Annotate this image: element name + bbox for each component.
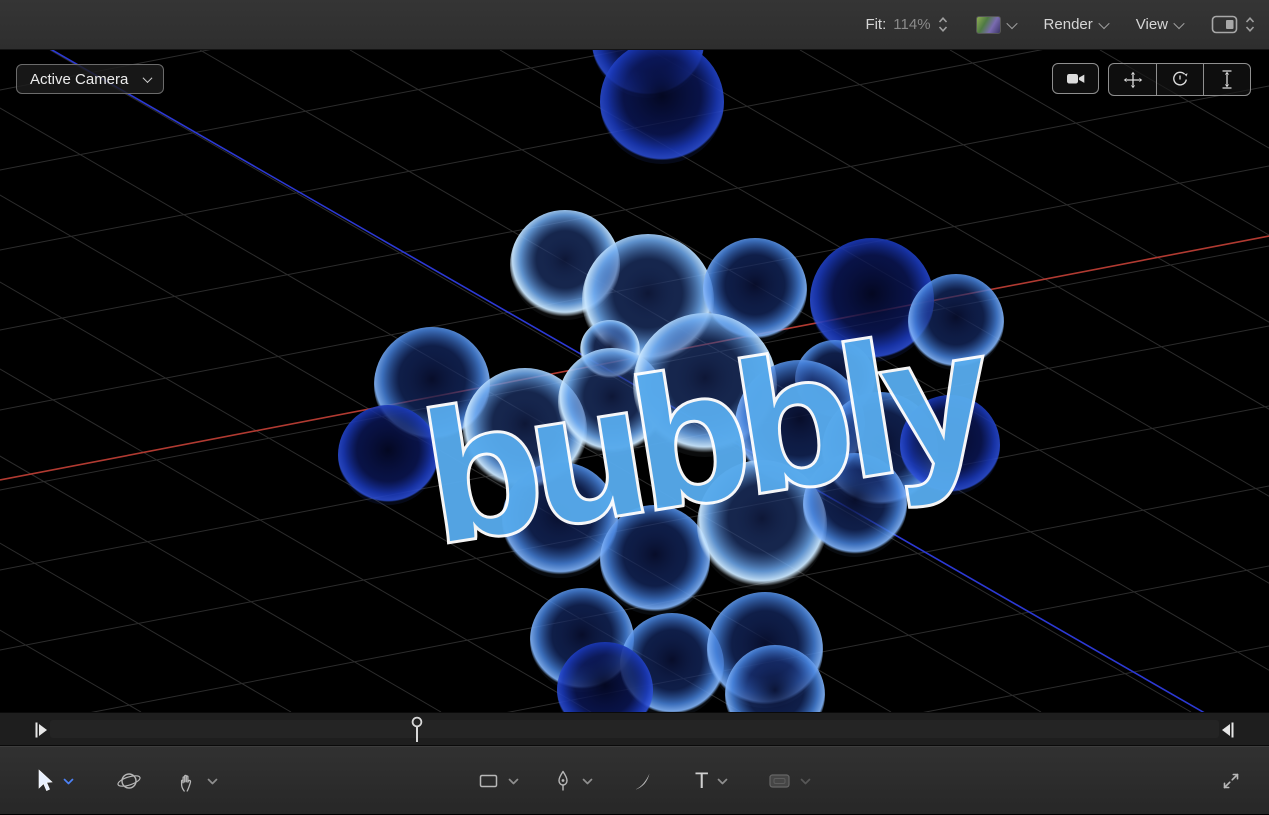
camera-menu-button[interactable]: Active Camera bbox=[16, 64, 165, 94]
range-out-icon[interactable] bbox=[1219, 721, 1235, 739]
view-chevron-icon bbox=[1173, 17, 1185, 29]
display-control[interactable] bbox=[1211, 15, 1255, 34]
text-tool-chevron-icon bbox=[718, 778, 728, 784]
expand-icon bbox=[1223, 773, 1239, 789]
mini-timeline[interactable] bbox=[0, 712, 1269, 746]
canvas-title-text: bubbly bbox=[412, 291, 1003, 583]
view-menu-label: View bbox=[1135, 16, 1168, 33]
pan-view-button[interactable] bbox=[1109, 64, 1156, 95]
hand-tool-icon bbox=[180, 774, 192, 792]
rect-tool-icon bbox=[479, 774, 498, 788]
expand-button[interactable] bbox=[1221, 747, 1241, 815]
paint-stroke-tool-button[interactable] bbox=[632, 747, 653, 815]
bezier-tool-button[interactable] bbox=[553, 747, 593, 815]
shape-tool-chevron-icon bbox=[800, 778, 811, 784]
fit-stepper-icon[interactable] bbox=[938, 16, 948, 33]
bottom-toolbar: T bbox=[0, 746, 1269, 814]
rect-tool-button[interactable] bbox=[478, 747, 519, 815]
bezier-tool-chevron-icon bbox=[582, 778, 593, 784]
orbit-icon bbox=[1173, 71, 1188, 86]
render-menu-label: Render bbox=[1043, 16, 1093, 33]
select-tool-button[interactable] bbox=[36, 747, 74, 815]
camera-view-button[interactable] bbox=[1052, 63, 1099, 94]
orbit-view-button[interactable] bbox=[1156, 64, 1203, 95]
camera-menu-label: Active Camera bbox=[30, 70, 129, 88]
paint-stroke-tool-icon bbox=[635, 773, 650, 790]
render-menu[interactable]: Render bbox=[1043, 16, 1110, 33]
fit-label: Fit: bbox=[865, 16, 887, 33]
view-tool-buttons bbox=[1052, 63, 1251, 96]
shape-tool-button[interactable] bbox=[768, 747, 811, 815]
swatch-control[interactable] bbox=[975, 15, 1018, 34]
scene-3d: bubbly bbox=[0, 50, 1269, 712]
swatch-icon[interactable] bbox=[975, 15, 1001, 34]
text-tool-button[interactable]: T bbox=[695, 747, 728, 815]
display-icon bbox=[1211, 15, 1238, 34]
fit-control[interactable]: Fit: 114% bbox=[865, 16, 947, 33]
render-chevron-icon bbox=[1098, 17, 1110, 29]
text-tool-icon: T bbox=[695, 768, 709, 793]
rect-tool-chevron-icon bbox=[508, 778, 519, 784]
view-menu[interactable]: View bbox=[1135, 16, 1185, 33]
shape-tool-icon bbox=[769, 774, 790, 788]
display-stepper-icon[interactable] bbox=[1245, 16, 1255, 33]
select-tool-icon bbox=[38, 769, 53, 792]
range-in-icon[interactable] bbox=[34, 721, 50, 739]
hand-tool-chevron-icon bbox=[207, 778, 218, 784]
camera-menu-chevron-icon bbox=[142, 72, 153, 83]
select-tool-chevron-icon bbox=[63, 778, 74, 784]
top-toolbar: Fit: 114% Render View bbox=[0, 0, 1269, 50]
playhead-icon[interactable] bbox=[410, 716, 424, 744]
transform-3d-icon bbox=[117, 773, 141, 789]
hand-tool-button[interactable] bbox=[178, 747, 218, 815]
transform-3d-tool-button[interactable] bbox=[116, 747, 142, 815]
dolly-icon bbox=[1222, 70, 1232, 89]
pan-icon bbox=[1123, 71, 1142, 88]
timeline-track[interactable] bbox=[50, 720, 1219, 738]
dolly-view-button[interactable] bbox=[1203, 64, 1250, 95]
swatch-chevron-icon bbox=[1005, 17, 1018, 29]
camera-move-group bbox=[1108, 63, 1251, 96]
camera-icon bbox=[1066, 74, 1084, 84]
fit-value: 114% bbox=[893, 16, 931, 33]
canvas-viewport[interactable]: bubbly Active Camera bbox=[0, 50, 1269, 712]
bezier-tool-icon bbox=[558, 770, 568, 791]
